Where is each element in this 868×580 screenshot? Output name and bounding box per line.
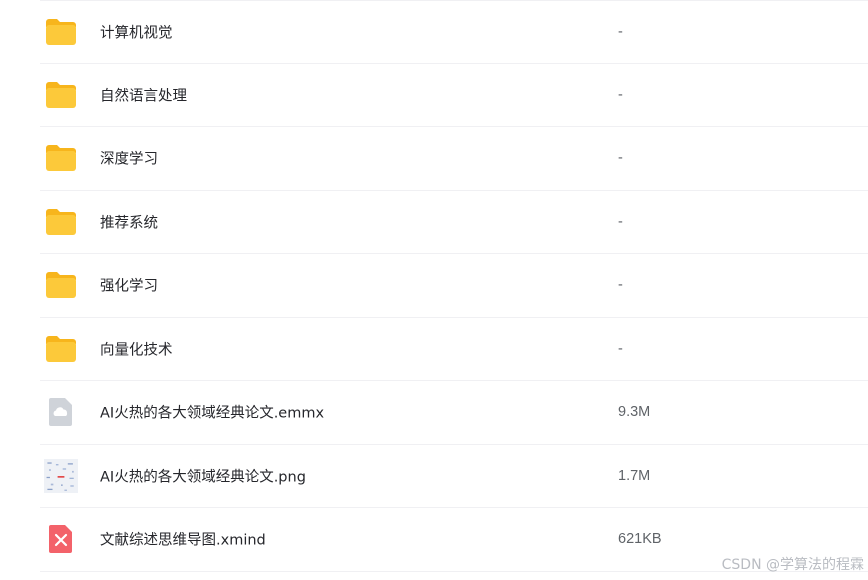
xmind-file-icon bbox=[44, 522, 78, 556]
folder-icon bbox=[44, 141, 78, 175]
file-name: 文献综述思维导图.xmind bbox=[100, 532, 266, 549]
file-name: AI火热的各大领域经典论文.emmx bbox=[100, 405, 325, 422]
folder-icon bbox=[44, 78, 78, 112]
list-item[interactable]: AI火热的各大领域经典论文.png 1.7M bbox=[40, 445, 868, 508]
file-name: 自然语言处理 bbox=[100, 88, 187, 105]
image-thumbnail-icon bbox=[44, 458, 78, 493]
file-name: AI火热的各大领域经典论文.png bbox=[100, 469, 306, 486]
file-size: - bbox=[618, 213, 623, 230]
file-size: 1.7M bbox=[618, 467, 651, 484]
list-item[interactable]: 自然语言处理 - bbox=[40, 64, 868, 127]
file-list: 计算机视觉 - 自然语言处理 - 深度学习 - 推荐系统 - 强化学习 - 向量… bbox=[40, 0, 868, 572]
watermark: CSDN @学算法的程霖 bbox=[721, 557, 864, 573]
list-item[interactable]: 向量化技术 - bbox=[40, 318, 868, 381]
list-item[interactable]: 强化学习 - bbox=[40, 254, 868, 318]
file-size: 621KB bbox=[618, 531, 662, 548]
emmx-file-icon bbox=[44, 395, 78, 429]
file-size: - bbox=[618, 340, 623, 357]
list-item[interactable]: AI火热的各大领域经典论文.emmx 9.3M bbox=[40, 381, 868, 445]
list-item[interactable]: 推荐系统 - bbox=[40, 191, 868, 254]
list-item[interactable]: 深度学习 - bbox=[40, 127, 868, 191]
file-size: - bbox=[618, 23, 623, 40]
file-name: 推荐系统 bbox=[100, 215, 158, 232]
file-size: 9.3M bbox=[618, 404, 651, 421]
file-name: 深度学习 bbox=[100, 151, 158, 168]
file-size: - bbox=[618, 277, 623, 294]
file-name: 向量化技术 bbox=[100, 342, 173, 359]
file-name: 强化学习 bbox=[100, 278, 158, 295]
file-name: 计算机视觉 bbox=[100, 25, 173, 42]
file-browser: 计算机视觉 - 自然语言处理 - 深度学习 - 推荐系统 - 强化学习 - 向量… bbox=[0, 0, 868, 580]
folder-icon bbox=[44, 268, 78, 302]
file-size: - bbox=[618, 86, 623, 103]
file-size: - bbox=[618, 150, 623, 167]
folder-icon bbox=[44, 15, 78, 49]
folder-icon bbox=[44, 205, 78, 239]
list-item[interactable]: 计算机视觉 - bbox=[40, 0, 868, 64]
folder-icon bbox=[44, 332, 78, 366]
